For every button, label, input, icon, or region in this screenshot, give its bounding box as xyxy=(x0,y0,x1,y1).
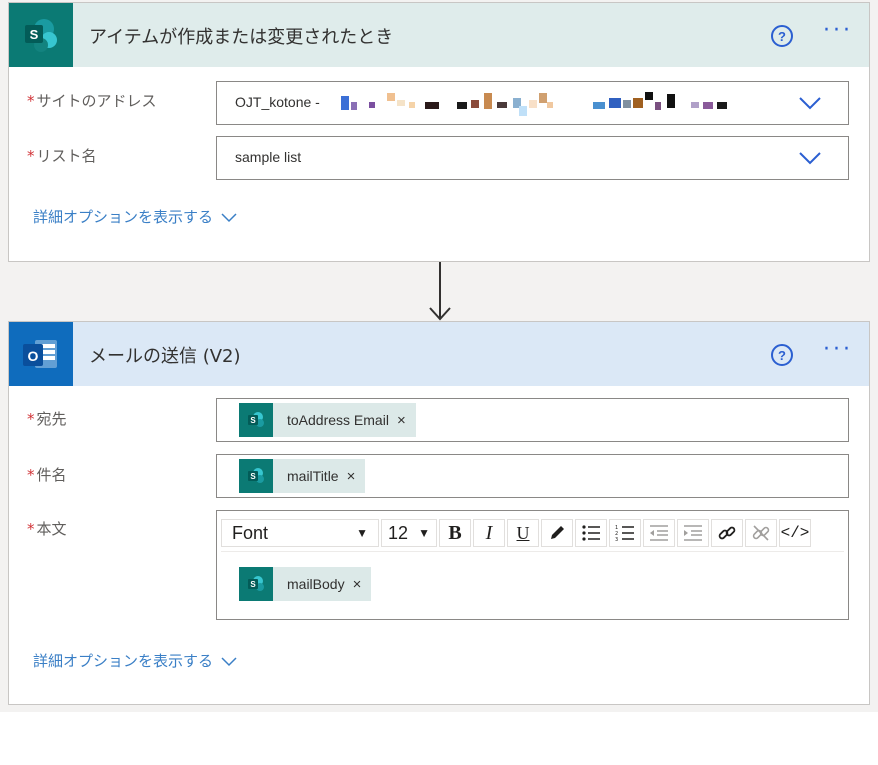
show-advanced-options-link[interactable]: 詳細オプションを表示する xyxy=(33,650,237,671)
increase-indent-icon[interactable] xyxy=(677,519,709,547)
bold-button[interactable]: B xyxy=(439,519,471,547)
to-token[interactable]: S toAddress Email × xyxy=(239,403,416,437)
trigger-title: アイテムが作成または変更されたとき xyxy=(89,27,394,48)
send-email-header[interactable]: O メールの送信 (V2) ? ··· xyxy=(9,322,869,386)
remove-token-icon[interactable]: × xyxy=(347,468,366,485)
body-editor[interactable]: Font ▼ 12 ▼ B I U 123 </> S mailBody × xyxy=(216,510,849,620)
sharepoint-icon: S xyxy=(239,403,273,437)
show-advanced-options-link[interactable]: 詳細オプションを表示する xyxy=(33,206,237,227)
site-address-dropdown[interactable]: OJT_kotone - xyxy=(216,81,849,125)
numbered-list-icon[interactable]: 123 xyxy=(609,519,641,547)
more-options-icon[interactable]: ··· xyxy=(823,339,853,361)
font-family-select[interactable]: Font ▼ xyxy=(221,519,379,547)
help-icon[interactable]: ? xyxy=(771,25,793,47)
svg-text:S: S xyxy=(250,472,256,481)
svg-text:S: S xyxy=(250,416,256,425)
more-options-icon[interactable]: ··· xyxy=(823,20,853,42)
outlook-icon: O xyxy=(9,322,73,386)
link-icon[interactable] xyxy=(711,519,743,547)
body-token[interactable]: S mailBody × xyxy=(239,567,372,601)
chevron-down-icon xyxy=(221,656,237,666)
help-icon[interactable]: ? xyxy=(771,344,793,366)
sharepoint-icon: S xyxy=(239,567,273,601)
sharepoint-icon: S xyxy=(9,3,73,67)
svg-text:O: O xyxy=(28,348,39,364)
rich-text-toolbar: Font ▼ 12 ▼ B I U 123 </> xyxy=(221,515,844,552)
send-email-card: O メールの送信 (V2) ? ··· * 宛先 S toAddress Emai… xyxy=(8,321,870,705)
remove-token-icon[interactable]: × xyxy=(353,576,372,593)
subject-token[interactable]: S mailTitle × xyxy=(239,459,366,493)
code-view-button[interactable]: </> xyxy=(779,519,811,547)
arrow-down-icon xyxy=(429,262,451,321)
chevron-down-icon[interactable] xyxy=(798,95,822,111)
list-name-label: * リスト名 xyxy=(27,147,97,165)
list-name-value: sample list xyxy=(235,149,302,165)
svg-text:S: S xyxy=(250,580,256,589)
trigger-header[interactable]: S アイテムが作成または変更されたとき ? ··· xyxy=(9,3,869,67)
highlight-pen-icon[interactable] xyxy=(541,519,573,547)
italic-button[interactable]: I xyxy=(473,519,505,547)
list-name-dropdown[interactable]: sample list xyxy=(216,136,849,180)
chevron-down-icon[interactable] xyxy=(798,150,822,166)
bulleted-list-icon[interactable] xyxy=(575,519,607,547)
subject-field[interactable]: S mailTitle × xyxy=(216,454,849,498)
sharepoint-icon: S xyxy=(239,459,273,493)
site-address-value: OJT_kotone - xyxy=(235,94,320,110)
send-email-title: メールの送信 (V2) xyxy=(89,346,241,367)
to-label: * 宛先 xyxy=(27,410,67,428)
to-field[interactable]: S toAddress Email × xyxy=(216,398,849,442)
site-address-label: * サイトのアドレス xyxy=(27,92,157,110)
chevron-down-icon xyxy=(221,212,237,222)
underline-button[interactable]: U xyxy=(507,519,539,547)
svg-text:S: S xyxy=(30,27,39,42)
svg-text:3: 3 xyxy=(615,537,618,542)
trigger-card: S アイテムが作成または変更されたとき ? ··· * サイトのアドレス OJT_… xyxy=(8,2,870,262)
subject-label: * 件名 xyxy=(27,466,67,484)
remove-token-icon[interactable]: × xyxy=(397,412,416,429)
unlink-icon[interactable] xyxy=(745,519,777,547)
font-size-select[interactable]: 12 ▼ xyxy=(381,519,437,547)
decrease-indent-icon[interactable] xyxy=(643,519,675,547)
body-label: * 本文 xyxy=(27,520,67,538)
